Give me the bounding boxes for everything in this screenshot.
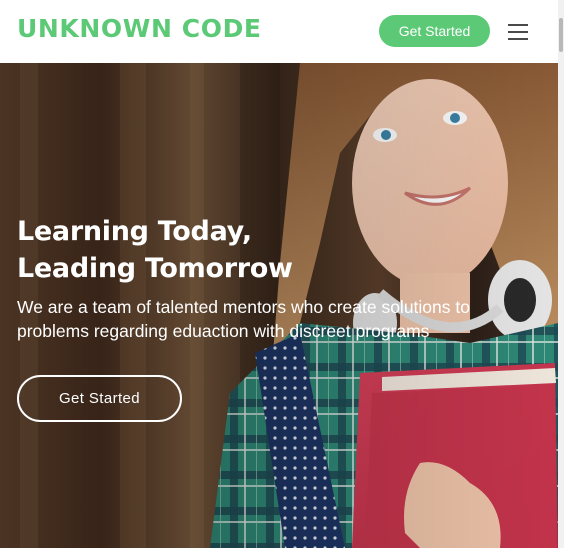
logo[interactable]: UNKNOWN CODE	[17, 14, 262, 43]
hamburger-menu-icon[interactable]	[508, 21, 528, 41]
page: UNKNOWN CODE Get Started Learning Today,…	[0, 0, 564, 548]
hero-subtitle: We are a team of talented mentors who cr…	[17, 295, 537, 343]
hero-title-line-2: Leading Tomorrow	[17, 253, 293, 284]
hero-subtitle-line-1: We are a team of talented mentors who cr…	[17, 297, 470, 317]
hero-title: Learning Today, Leading Tomorrow	[17, 213, 417, 287]
scrollbar-thumb[interactable]	[559, 18, 563, 52]
menu-bar	[508, 38, 528, 40]
page-scrollbar[interactable]	[558, 0, 564, 548]
menu-bar	[508, 24, 528, 26]
hero-subtitle-line-2: problems regarding eduaction with discre…	[17, 321, 430, 341]
menu-bar	[508, 31, 528, 33]
hero-title-line-1: Learning Today,	[17, 216, 252, 247]
site-header: UNKNOWN CODE Get Started	[0, 0, 558, 63]
hero-section: Learning Today, Leading Tomorrow We are …	[0, 63, 558, 548]
hero-get-started-button[interactable]: Get Started	[17, 375, 182, 422]
header-get-started-button[interactable]: Get Started	[379, 15, 490, 47]
